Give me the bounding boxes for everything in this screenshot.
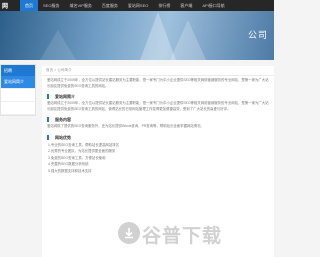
- sidebar-title: 招聘: [1, 65, 35, 76]
- list-item: 5.强大的数据支持和技术支持: [48, 168, 92, 173]
- main-nav: 首页 SEO服务 域名VIP服务 百度服务 爱站网SEO 排行榜 客户端 API…: [20, 0, 230, 11]
- nav-rank[interactable]: 排行榜: [153, 0, 175, 11]
- section-title: 爱站网简介: [47, 94, 269, 99]
- sidebar-item-about[interactable]: 爱站网简介: [1, 76, 35, 89]
- nav-api[interactable]: API接口导航: [197, 0, 229, 11]
- download-icon: [118, 222, 140, 244]
- breadcrumb[interactable]: 首页 > 公司简介: [42, 66, 274, 76]
- nav-aizhan[interactable]: 爱站网SEO: [123, 0, 153, 11]
- section-text: 爱站网成立于2009年，全方位以提供站长建站服务为主要职能，是一家专门为中小企业…: [47, 101, 269, 111]
- nav-domain[interactable]: 域名VIP服务: [64, 0, 96, 11]
- sidebar: 招聘 爱站网简介: [0, 64, 36, 116]
- hero-banner: 公司: [0, 11, 274, 60]
- watermark-text: 谷普下载: [142, 226, 223, 247]
- section-text: 爱站网除了提供的SEO查询服务外，还为站长提供Whois查询、PR查询等，帮助站…: [47, 124, 204, 128]
- nav-home[interactable]: 首页: [20, 0, 38, 11]
- sidebar-item[interactable]: [1, 102, 35, 115]
- nav-client[interactable]: 客户端: [175, 0, 197, 11]
- watermark: 谷普下载: [118, 220, 221, 248]
- top-navigation-bar: 网 首页 SEO服务 域名VIP服务 百度服务 爱站网SEO 排行榜 客户端 A…: [0, 0, 274, 11]
- site-logo[interactable]: 网: [2, 1, 8, 10]
- intro-paragraph: 爱站网成立于2009年，全方位以提供站长建站服务为主要职能，是一家专门为中小企业…: [47, 78, 269, 88]
- banner-building-shape: [170, 20, 206, 60]
- nav-baidu[interactable]: 百度服务: [97, 0, 123, 11]
- nav-seo[interactable]: SEO服务: [38, 0, 64, 11]
- section-title: 服务内容: [47, 117, 269, 122]
- sidebar-item[interactable]: [1, 89, 35, 102]
- banner-title: 公司: [247, 30, 268, 40]
- banner-building-shape: [40, 30, 76, 60]
- section-title: 网站优势: [47, 134, 269, 140]
